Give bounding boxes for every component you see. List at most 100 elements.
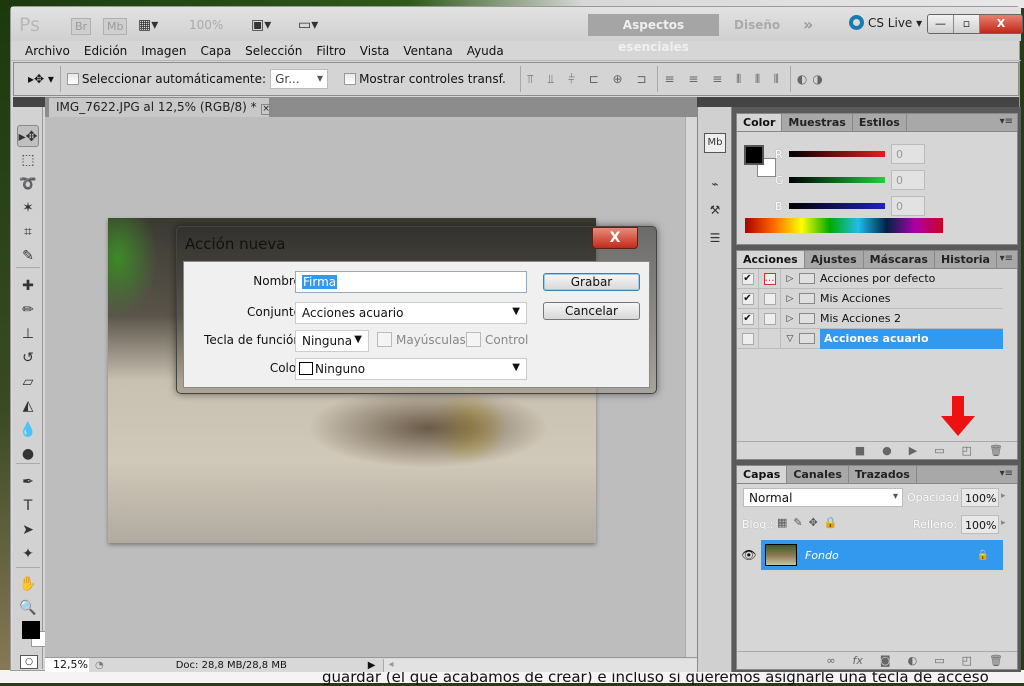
brush-tool[interactable]: ✏ [17, 299, 39, 321]
path-selection-tool[interactable]: ➤ [17, 519, 39, 541]
tab-color[interactable]: Color [737, 114, 783, 131]
auto-align-layers-button[interactable]: ◐◑ [797, 72, 828, 86]
dialog-toggle-cell[interactable] [759, 328, 781, 349]
opacity-slider-arrow[interactable]: ▸ [1001, 491, 1006, 501]
zoom-field[interactable]: 12,5% [45, 658, 89, 672]
lasso-tool[interactable]: ➰ [17, 173, 39, 195]
dialog-toggle-icon[interactable] [763, 312, 776, 325]
new-group-icon[interactable]: ▭ [934, 654, 944, 667]
add-mask-icon[interactable]: ◙ [880, 654, 891, 667]
delete-layer-icon[interactable]: 🗑 [989, 654, 1003, 667]
blur-tool[interactable]: 💧 [17, 419, 39, 441]
tab-trazados[interactable]: Trazados [849, 466, 917, 483]
tab-estilos[interactable]: Estilos [853, 114, 907, 131]
dialog-toggle-icon[interactable] [763, 292, 776, 305]
crop-tool[interactable]: ⌗ [17, 221, 39, 243]
control-checkbox[interactable]: Control [466, 332, 528, 347]
menu-filtro[interactable]: Filtro [309, 44, 352, 58]
fill-field[interactable]: 100% [961, 515, 999, 534]
zoom-tool[interactable]: 🔍 [17, 597, 39, 619]
menu-ayuda[interactable]: Ayuda [460, 44, 511, 58]
marquee-tool[interactable]: ⬚ [17, 149, 39, 171]
tab-muestras[interactable]: Muestras [782, 114, 853, 131]
shift-checkbox[interactable]: Mayúsculas [377, 332, 466, 347]
new-layer-icon[interactable]: ◰ [962, 654, 972, 667]
action-toggle-cell[interactable]: ✔ [737, 308, 759, 329]
dodge-tool[interactable]: ● [17, 443, 39, 465]
play-icon[interactable]: ▶ [909, 444, 917, 457]
action-toggle-cell[interactable]: ✔ [737, 268, 759, 289]
healing-brush-tool[interactable]: ✚ [17, 275, 39, 297]
menu-imagen[interactable]: Imagen [134, 44, 193, 58]
menu-archivo[interactable]: Archivo [18, 44, 77, 58]
stop-icon[interactable]: ■ [855, 444, 865, 457]
menu-ventana[interactable]: Ventana [396, 44, 459, 58]
foreground-color-swatch[interactable] [22, 621, 40, 639]
brush-presets-icon[interactable]: ⌁ [704, 177, 726, 197]
tab-ajustes[interactable]: Ajustes [805, 251, 864, 268]
bridge-button[interactable]: Br [71, 18, 92, 35]
new-action-icon[interactable]: ◰ [962, 444, 972, 457]
tab-historia[interactable]: Historia [935, 251, 997, 268]
pen-tool[interactable]: ✒ [17, 471, 39, 493]
clone-source-icon[interactable]: ☰ [704, 231, 726, 251]
delete-icon[interactable]: 🗑 [989, 444, 1003, 457]
adjustment-layer-icon[interactable]: ◐ [908, 654, 918, 667]
set-select[interactable]: Acciones acuario ▼ [295, 302, 527, 324]
name-input[interactable]: Firma [295, 271, 527, 293]
lock-icons[interactable]: ▦✎✥🔒 [777, 516, 844, 529]
action-set-row[interactable]: ✔ … ▷ Acciones por defecto [737, 268, 1003, 289]
hand-tool[interactable]: ✋ [17, 573, 39, 595]
control-checkbox-box[interactable] [466, 332, 481, 347]
red-slider[interactable] [789, 151, 885, 157]
panel-menu-icon[interactable]: ▾≡ [1000, 116, 1013, 127]
auto-select-target-select[interactable]: Gr... [270, 69, 329, 89]
minibridge-button[interactable]: Mb [103, 18, 128, 35]
function-key-select[interactable]: Ninguna ▼ [295, 330, 369, 352]
canvas-horizontal-scrollbar[interactable]: ◂ [383, 658, 697, 672]
canvas-vertical-scrollbar[interactable] [685, 117, 697, 657]
document-tab[interactable]: IMG_7622.JPG al 12,5% (RGB/8) * × [49, 98, 272, 117]
maximize-button[interactable]: ▫ [954, 15, 980, 33]
link-layers-icon[interactable]: ∞ [826, 654, 835, 667]
status-icon[interactable]: ◔ [95, 660, 104, 671]
visibility-eye-icon[interactable]: 👁 [737, 548, 761, 562]
action-set-row[interactable]: ✔ ▷ Mis Acciones [737, 288, 1003, 309]
color-spectrum-ramp[interactable] [745, 218, 943, 233]
record-button[interactable]: Grabar [543, 273, 640, 291]
tool-presets-icon[interactable]: ⚒ [704, 203, 726, 223]
cancel-button[interactable]: Cancelar [543, 302, 640, 320]
panel-menu-icon[interactable]: ▾≡ [1000, 468, 1013, 479]
action-toggle-cell[interactable] [737, 328, 759, 349]
action-toggle-cell[interactable]: ✔ [737, 288, 759, 309]
action-toggle-checkbox[interactable] [741, 332, 754, 345]
paint-bucket-tool[interactable]: ◭ [17, 395, 39, 417]
green-value[interactable]: 0 [891, 170, 925, 190]
color-select[interactable]: Ninguno ▼ [295, 358, 527, 380]
menu-seleccion[interactable]: Selección [238, 44, 309, 58]
tab-acciones[interactable]: Acciones [737, 251, 805, 268]
blue-value[interactable]: 0 [891, 196, 925, 216]
tab-canales[interactable]: Canales [787, 466, 849, 483]
action-toggle-checkbox[interactable]: ✔ [741, 312, 754, 325]
workspace-design-button[interactable]: Diseño [734, 18, 780, 32]
auto-select-checkbox[interactable] [66, 73, 79, 85]
opacity-field[interactable]: 100% [961, 488, 999, 507]
tab-capas[interactable]: Capas [737, 466, 788, 483]
red-value[interactable]: 0 [891, 144, 925, 164]
panel-menu-icon[interactable]: ▾≡ [1000, 253, 1013, 264]
workspace-essentials-button[interactable]: Aspectos esenciales [588, 14, 719, 54]
magic-wand-tool[interactable]: ✶ [17, 197, 39, 219]
custom-shape-tool[interactable]: ✦ [17, 543, 39, 565]
menu-vista[interactable]: Vista [353, 44, 397, 58]
clone-stamp-tool[interactable]: ⊥ [17, 323, 39, 345]
minibridge-icon[interactable]: Mb [704, 133, 726, 153]
layer-style-icon[interactable]: fx [853, 654, 863, 667]
align-buttons[interactable]: ⫪ ⫫ ⫩ ⊏ ⊕ ⊐ [527, 72, 652, 87]
action-toggle-checkbox[interactable]: ✔ [741, 272, 754, 285]
action-set-row[interactable]: ✔ ▷ Mis Acciones 2 [737, 308, 1003, 329]
distribute-buttons[interactable]: ≡ ≡ ≡ ⫴ ⫴ ⫴ [664, 72, 783, 87]
dialog-close-button[interactable]: X [592, 227, 638, 249]
action-set-row[interactable]: ▽ Acciones acuario [737, 328, 1003, 349]
menu-edicion[interactable]: Edición [77, 44, 134, 58]
